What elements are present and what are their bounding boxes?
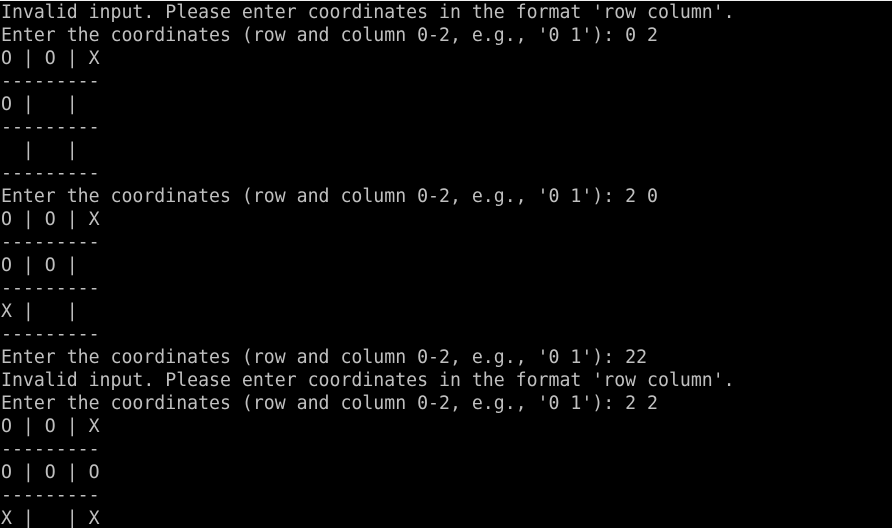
terminal-line-error-message: Invalid input. Please enter coordinates … — [1, 370, 735, 391]
terminal-line-board-row: O | O | — [1, 255, 78, 276]
terminal-line-board-row: O | O | O — [1, 462, 100, 483]
terminal-line-board-separator: --------- — [1, 485, 100, 506]
terminal-line-prompt: Enter the coordinates (row and column 0-… — [1, 186, 658, 207]
terminal-line-board-separator: --------- — [1, 278, 100, 299]
terminal-line-board-separator: --------- — [1, 117, 100, 138]
terminal-line-prompt: Enter the coordinates (row and column 0-… — [1, 347, 648, 368]
terminal-line-board-row: | | — [1, 140, 78, 161]
terminal-line-board-separator: --------- — [1, 439, 100, 460]
terminal-line-board-row: X | | X — [1, 508, 100, 528]
terminal-line-board-separator: --------- — [1, 232, 100, 253]
terminal-line-board-row: O | | — [1, 94, 78, 115]
terminal-line-board-row: O | O | X — [1, 416, 100, 437]
terminal-line-error-message: Invalid input. Please enter coordinates … — [1, 2, 735, 23]
terminal-line-board-separator: --------- — [1, 324, 100, 345]
terminal-line-board-row: X | | — [1, 301, 78, 322]
terminal-line-board-separator: --------- — [1, 71, 100, 92]
terminal-line-board-row: O | O | X — [1, 209, 100, 230]
terminal-output[interactable]: Invalid input. Please enter coordinates … — [1, 1, 890, 528]
terminal-line-board-separator: --------- — [1, 163, 100, 184]
terminal-line-board-row: O | O | X — [1, 48, 100, 69]
terminal-line-prompt: Enter the coordinates (row and column 0-… — [1, 25, 658, 46]
terminal-line-prompt: Enter the coordinates (row and column 0-… — [1, 393, 658, 414]
